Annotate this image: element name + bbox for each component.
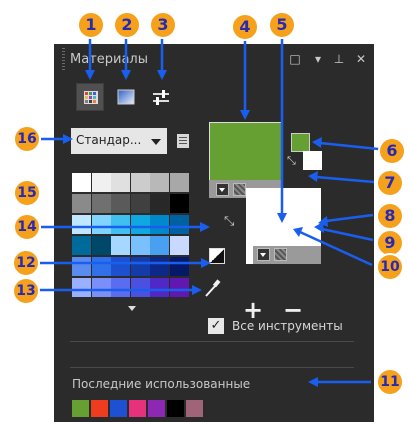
callout-badge: 3 [149,11,177,39]
callout-badge: 10 [376,253,404,281]
callout-badge: 12 [12,249,40,277]
callout-badge: 14 [13,213,41,241]
callout-badge: 8 [376,202,404,230]
callout-badge: 5 [268,11,296,39]
callout-badge: 7 [376,169,404,197]
callout-badge: 4 [231,13,259,41]
callout-badge: 1 [77,11,105,39]
annotation-arrows [39,36,389,387]
callout-badge: 16 [13,125,41,153]
callout-badge: 11 [376,368,404,396]
callout-badge: 2 [113,11,141,39]
callout-badge: 15 [13,179,41,207]
callout-badge: 13 [12,277,40,305]
callout-badge: 6 [378,137,406,165]
